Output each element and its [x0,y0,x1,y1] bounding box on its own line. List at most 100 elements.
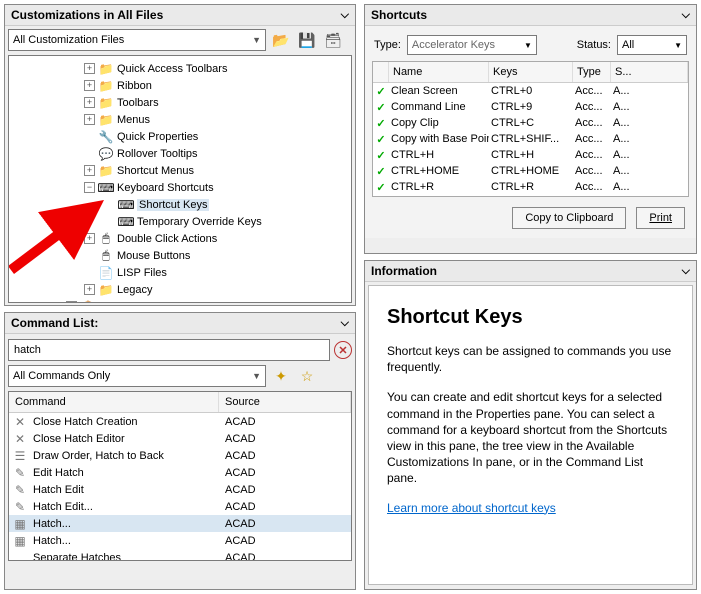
tree-item[interactable]: +📁Ribbon [11,77,349,94]
command-list-header: Command List: ⌵ [5,313,355,334]
tree-item[interactable]: +📁Shortcut Menus [11,162,349,179]
tree-item[interactable]: ⌨Shortcut Keys [11,196,349,213]
tree-node-icon: 📁 [98,95,114,111]
new-command-icon[interactable]: ✦ [270,365,292,387]
command-row[interactable]: ☰Draw Order, Hatch to BackACAD [9,447,351,464]
tree-item[interactable]: 📄LISP Files [11,264,349,281]
command-source: ACAD [219,467,351,479]
col-name[interactable]: Name [389,62,489,82]
shortcut-type-combo[interactable]: Accelerator Keys ▼ [407,35,537,55]
clear-search-icon[interactable]: ✕ [334,341,352,359]
shortcut-type: Acc... [573,181,611,193]
tree-node-label: Mouse Buttons [117,250,190,262]
collapse-icon[interactable]: ⌵ [682,9,690,22]
command-row[interactable]: Separate HatchesACAD [9,549,351,561]
check-icon: ✓ [373,165,389,178]
chevron-down-icon: ▼ [524,41,532,50]
command-row[interactable]: ✎Hatch Edit...ACAD [9,498,351,515]
tree-item[interactable]: +📁Menus [11,111,349,128]
collapse-icon[interactable]: ⌵ [341,9,349,22]
shortcut-row[interactable]: ✓CTRL+RCTRL+RAcc...A... [373,179,688,195]
tree-expander[interactable]: + [84,97,95,108]
learn-more-link[interactable]: Learn more about shortcut keys [387,501,556,515]
customizations-panel: Customizations in All Files ⌵ All Custom… [4,4,356,306]
shortcut-keys: CTRL+C [489,117,573,129]
tree-expander[interactable]: + [66,301,77,303]
check-icon: ✓ [373,133,389,146]
tree-expander[interactable]: + [84,63,95,74]
customization-files-combo[interactable]: All Customization Files ▼ [8,29,266,51]
command-row[interactable]: ▦Hatch...ACAD [9,515,351,532]
tree-item[interactable]: +🖱Double Click Actions [11,230,349,247]
tree-expander[interactable]: + [84,114,95,125]
command-name: Edit Hatch [31,467,219,479]
command-icon: ✕ [9,432,31,446]
customization-tree[interactable]: +📁Quick Access Toolbars+📁Ribbon+📁Toolbar… [8,55,352,303]
shortcut-row[interactable]: ✓CTRL+HOMECTRL+HOMEAcc...A... [373,163,688,179]
tree-node-label: Legacy [117,284,152,296]
command-list-title: Command List: [11,316,98,330]
shortcuts-table[interactable]: Name Keys Type S... ✓Clean ScreenCTRL+0A… [372,61,689,197]
col-source[interactable]: Source [219,392,351,412]
shortcut-row[interactable]: ✓CTRL+HCTRL+HAcc...A... [373,147,688,163]
collapse-icon[interactable]: ⌵ [341,317,349,330]
shortcut-row[interactable]: ✓Command LineCTRL+9Acc...A... [373,99,688,115]
command-row[interactable]: ✎Hatch EditACAD [9,481,351,498]
shortcuts-title: Shortcuts [371,8,427,22]
command-row[interactable]: ✕Close Hatch EditorACAD [9,430,351,447]
save-all-icon[interactable]: 🗃 [322,29,344,51]
copy-to-clipboard-button[interactable]: Copy to Clipboard [512,207,626,229]
tree-item[interactable]: 🔧Quick Properties [11,128,349,145]
col-command[interactable]: Command [9,392,219,412]
command-icon: ✎ [9,483,31,497]
shortcut-type: Acc... [573,149,611,161]
command-category-combo[interactable]: All Commands Only ▼ [8,365,266,387]
command-row[interactable]: ▦Hatch...ACAD [9,532,351,549]
shortcut-row[interactable]: ✓Copy with Base PointCTRL+SHIF...Acc...A… [373,131,688,147]
open-file-icon[interactable]: 📂 [270,29,292,51]
command-table-header[interactable]: Command Source [9,392,351,413]
col-keys[interactable]: Keys [489,62,573,82]
combo-value: Accelerator Keys [412,39,495,51]
shortcut-status-combo[interactable]: All ▼ [617,35,687,55]
command-row[interactable]: ✎Edit HatchACAD [9,464,351,481]
info-paragraph-2: You can create and edit shortcut keys fo… [387,389,674,486]
command-name: Hatch Edit [31,484,219,496]
command-name: Separate Hatches [31,552,219,562]
tree-item[interactable]: 💬Rollover Tooltips [11,145,349,162]
favorite-icon[interactable]: ☆ [296,365,318,387]
shortcut-row[interactable]: ✓Copy ClipCTRL+CAcc...A... [373,115,688,131]
tree-item[interactable]: +📦AUTODESKSEEK [11,298,349,303]
command-source: ACAD [219,518,351,530]
tree-node-icon: 📁 [98,61,114,77]
command-row[interactable]: ✕Close Hatch CreationACAD [9,413,351,430]
save-icon[interactable]: 💾 [296,29,318,51]
info-heading: Shortcut Keys [387,306,674,329]
tree-expander[interactable]: − [84,182,95,193]
tree-item[interactable]: 🖱Mouse Buttons [11,247,349,264]
shortcuts-table-header[interactable]: Name Keys Type S... [373,62,688,83]
command-table[interactable]: Command Source ✕Close Hatch CreationACAD… [8,391,352,561]
tree-node-label: AUTODESKSEEK [99,301,189,304]
tree-item[interactable]: +📁Toolbars [11,94,349,111]
tree-item[interactable]: +📁Quick Access Toolbars [11,60,349,77]
shortcuts-panel: Shortcuts ⌵ Type: Accelerator Keys ▼ Sta… [364,4,697,254]
print-button[interactable]: Print [636,207,685,229]
tree-item[interactable]: +📁Legacy [11,281,349,298]
col-source[interactable]: S... [611,62,688,82]
type-label: Type: [374,39,401,51]
collapse-icon[interactable]: ⌵ [682,265,690,278]
tree-expander[interactable]: + [84,284,95,295]
tree-expander[interactable]: + [84,80,95,91]
tree-node-icon: ⌨ [118,214,134,230]
tree-item[interactable]: −⌨Keyboard Shortcuts [11,179,349,196]
tree-expander[interactable]: + [84,233,95,244]
command-search-input[interactable] [8,339,330,361]
tree-item[interactable]: ⌨Temporary Override Keys [11,213,349,230]
tree-expander[interactable]: + [84,165,95,176]
command-name: Draw Order, Hatch to Back [31,450,219,462]
col-type[interactable]: Type [573,62,611,82]
shortcut-source: A... [611,101,688,113]
shortcut-row[interactable]: ✓Clean ScreenCTRL+0Acc...A... [373,83,688,99]
tree-node-label: Rollover Tooltips [117,148,198,160]
